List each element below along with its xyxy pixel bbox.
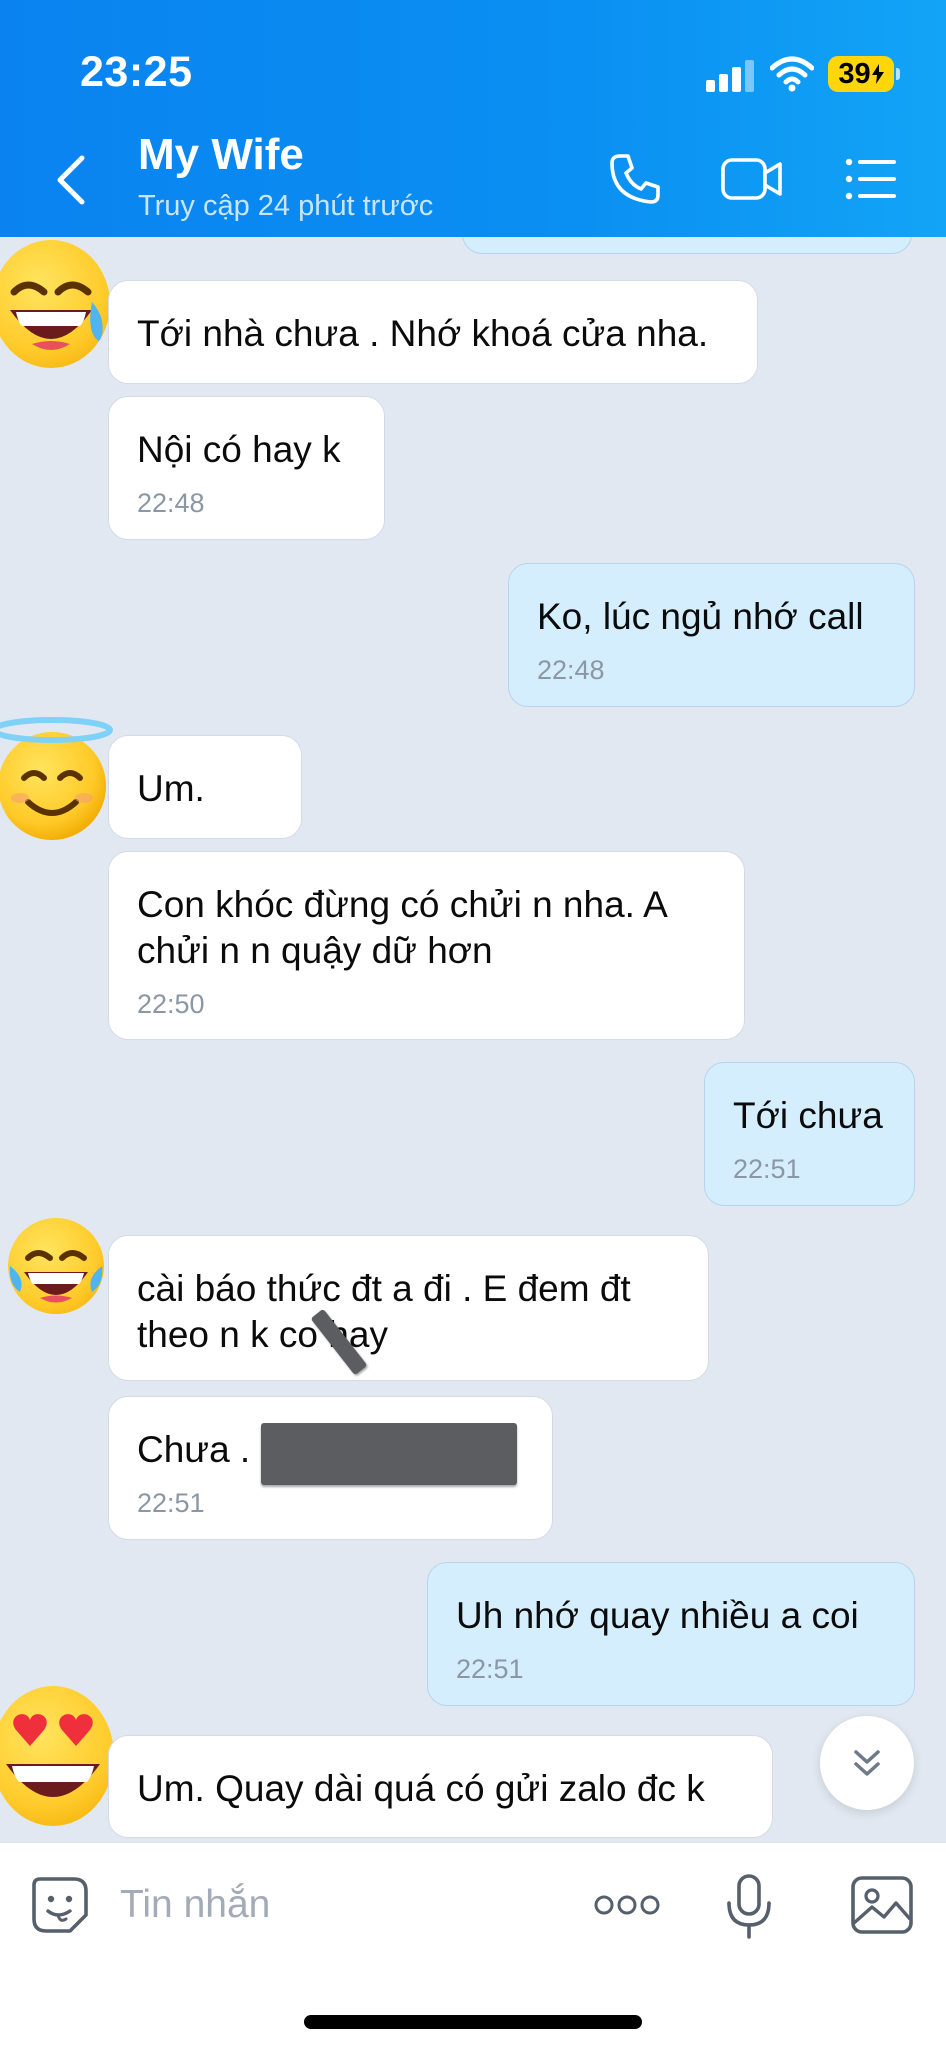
image-gallery-icon[interactable] xyxy=(850,1875,914,1935)
scroll-to-bottom-button[interactable] xyxy=(820,1716,914,1810)
sticker-icon[interactable] xyxy=(30,1875,90,1935)
message-text: Uh nhớ quay nhiều a coi xyxy=(456,1595,859,1636)
contact-name[interactable]: My Wife xyxy=(138,130,304,180)
smiling-face-with-heart-eyes-emoji[interactable] xyxy=(0,1686,114,1826)
redaction-block xyxy=(261,1423,517,1485)
message-time: 22:51 xyxy=(456,1654,524,1684)
message-text: Tới chưa xyxy=(733,1095,883,1136)
menu-list-icon[interactable] xyxy=(844,152,898,206)
message-time: 22:50 xyxy=(137,989,205,1019)
message-bubble[interactable]: cài báo thức đt a đi . E đem đt theo n k… xyxy=(108,1235,709,1381)
chat-header: 23:25 39 My Wife Truy cập 24 phút trước xyxy=(0,0,946,237)
message-bubble[interactable]: Nội có hay k 22:48 xyxy=(108,396,385,540)
more-options-icon[interactable] xyxy=(592,1891,662,1919)
status-time: 23:25 xyxy=(80,48,193,96)
wifi-icon xyxy=(770,56,814,92)
charging-bolt-icon xyxy=(871,64,884,84)
double-chevron-down-icon xyxy=(854,1750,880,1776)
phone-call-icon[interactable] xyxy=(608,152,662,206)
message-bubble[interactable]: Ko, lúc ngủ nhớ call 22:48 xyxy=(508,563,915,707)
message-time: 22:51 xyxy=(733,1154,801,1184)
message-bubble[interactable]: Um. xyxy=(108,735,302,839)
message-time: 22:48 xyxy=(537,655,605,685)
message-text-line: chửi n n quậy dữ hơn xyxy=(137,930,493,971)
cellular-signal-icon xyxy=(706,60,754,92)
message-input-bar: Tin nhắn xyxy=(0,1842,946,2048)
message-bubble[interactable]: Tới chưa 22:51 xyxy=(704,1062,915,1206)
smiling-face-with-halo-emoji[interactable] xyxy=(0,716,114,840)
message-bubble[interactable]: Tới nhà chưa . Nhớ khoá cửa nha. xyxy=(108,280,758,384)
face-with-tears-of-joy-emoji[interactable] xyxy=(8,1218,104,1314)
message-time: 22:51 xyxy=(137,1488,205,1518)
battery-level: 39 xyxy=(838,57,871,90)
back-arrow-icon[interactable] xyxy=(52,152,92,208)
microphone-icon[interactable] xyxy=(724,1873,774,1941)
message-time: 22:48 xyxy=(137,488,205,518)
message-text: Um. xyxy=(137,768,205,809)
message-text-line: Con khóc đừng có chửi n nha. A xyxy=(137,884,668,925)
message-text-line: cài báo thức đt a đi . E đem đt xyxy=(137,1268,631,1309)
video-call-icon[interactable] xyxy=(720,152,784,206)
home-indicator xyxy=(304,2015,642,2029)
message-text: Um. Quay dài quá có gửi zalo đc k xyxy=(137,1768,705,1809)
message-text: Nội có hay k xyxy=(137,429,341,470)
last-seen-status: Truy cập 24 phút trước xyxy=(138,190,434,222)
message-text: Ko, lúc ngủ nhớ call xyxy=(537,596,864,637)
message-bubble[interactable]: Chưa . 22:51 xyxy=(108,1396,553,1540)
battery-indicator: 39 xyxy=(828,56,900,92)
message-text-line: theo n k co hay xyxy=(137,1314,388,1355)
message-bubble[interactable]: Con khóc đừng có chửi n nha. A chửi n n … xyxy=(108,851,745,1040)
message-bubble[interactable]: Uh nhớ quay nhiều a coi 22:51 xyxy=(427,1562,915,1706)
message-list[interactable]: Tới nhà chưa . Nhớ khoá cửa nha. Nội có … xyxy=(0,0,946,1842)
message-input[interactable]: Tin nhắn xyxy=(120,1883,270,1927)
message-text: Tới nhà chưa . Nhớ khoá cửa nha. xyxy=(137,313,709,354)
message-bubble[interactable]: Um. Quay dài quá có gửi zalo đc k xyxy=(108,1735,773,1838)
face-with-tears-of-joy-emoji[interactable] xyxy=(0,240,110,368)
